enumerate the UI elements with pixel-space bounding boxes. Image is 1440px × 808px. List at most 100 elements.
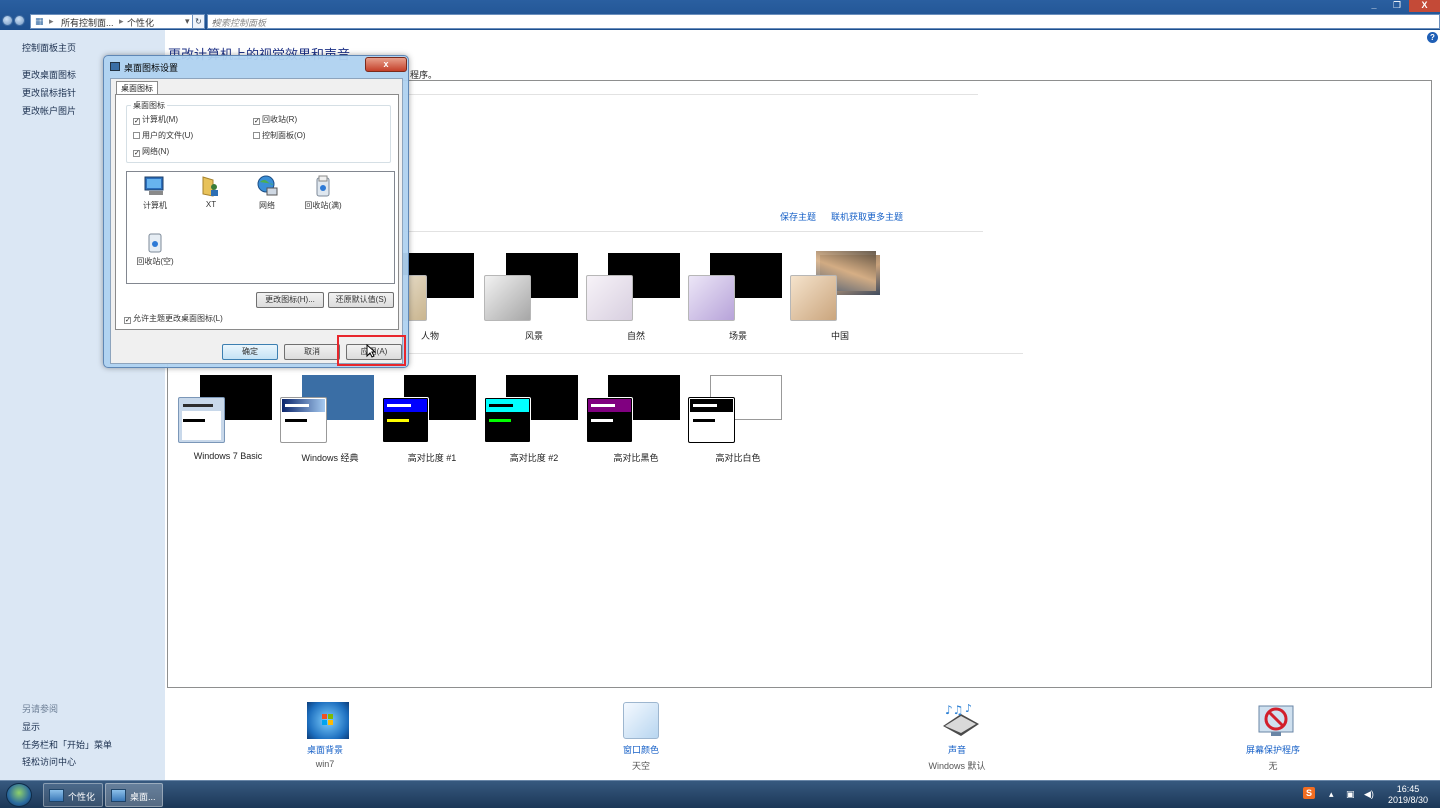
search-icon[interactable]: ⌕ [212,16,1435,27]
sidebar-item-change-mouse-pointer[interactable]: 更改鼠标指针 [22,86,76,99]
desktop-background-icon [307,702,349,739]
sidebar-item-change-account-picture[interactable]: 更改帐户图片 [22,104,76,117]
address-bar: ▦ ▸ 所有控制面... ▸ 个性化 ▾ ↻ 搜索控制面板 ⌕ _ ❐ X [0,0,1440,30]
search-input[interactable]: 搜索控制面板 ⌕ [207,14,1440,29]
checkbox-box: ✓ [124,317,131,324]
sound-item[interactable]: ♪♫ ♪ 声音 Windows 默认 [892,700,1022,772]
theme-item[interactable]: 场景 [688,253,788,343]
maximize-button[interactable]: ❐ [1386,0,1408,12]
theme-item[interactable]: 中国 [790,249,890,341]
list-item-label: 网络 [259,201,275,210]
show-hidden-icon[interactable]: ▴ [1329,789,1334,800]
screensaver-item[interactable]: 屏幕保护程序 无 [1208,700,1338,772]
sidebar-item-change-desktop-icons[interactable]: 更改桌面图标 [22,68,76,81]
save-theme-link[interactable]: 保存主题 [780,210,816,223]
refresh-button[interactable]: ↻ [192,14,205,29]
group-label: 桌面图标 [131,100,167,111]
checkbox-control-panel[interactable]: 控制面板(O) [253,130,306,141]
sidebar-item-display[interactable]: 显示 [22,720,40,733]
theme-preview-text [285,419,307,422]
list-item[interactable]: 回收站(满) [295,174,351,214]
list-item-label: 计算机 [143,201,167,210]
help-icon[interactable]: ? [1427,32,1438,43]
chevron-right-icon: ▸ [119,16,124,26]
desktop-background-item[interactable]: 桌面背景 win7 [260,700,390,772]
theme-preview-text [591,419,613,422]
close-button[interactable]: X [1409,0,1440,12]
ok-button[interactable]: 确定 [222,344,278,360]
back-button[interactable] [2,15,13,26]
dialog-app-icon [110,62,120,71]
checkbox-box [133,132,140,139]
dialog-app-icon [111,789,126,802]
theme-item[interactable]: 高对比白色 [688,375,788,465]
sidebar-item-home[interactable]: 控制面板主页 [22,41,76,54]
list-item[interactable]: 网络 [239,174,295,214]
control-panel-icon: ▦ [35,16,44,26]
list-item[interactable]: 计算机 [127,174,183,214]
get-more-themes-link[interactable]: 联机获取更多主题 [831,210,903,223]
screensaver-value: 无 [1268,761,1278,771]
restore-default-button[interactable]: 还原默认值(S) [328,292,394,308]
dialog-close-button[interactable]: x [365,57,407,72]
window-color-label[interactable]: 窗口颜色 [576,743,706,756]
change-icon-button[interactable]: 更改图标(H)... [256,292,324,308]
list-item[interactable]: XT [183,174,239,214]
list-item[interactable]: 回收站(空) [127,230,183,270]
theme-item[interactable]: 高对比度 #2 [484,375,584,465]
theme-preview-text [489,419,511,422]
recycle-bin-full-icon [311,174,335,198]
breadcrumb-item[interactable]: 个性化 [127,16,154,29]
taskbar-item-personalization[interactable]: 个性化 [43,783,103,807]
chevron-down-icon[interactable]: ▾ [185,16,190,27]
checkbox-box [253,132,260,139]
checkbox-user-files[interactable]: 用户的文件(U) [133,130,193,141]
theme-item[interactable]: 风景 [484,253,584,343]
checkbox-box: ✓ [133,150,140,157]
theme-name: Windows 7 Basic [193,451,263,461]
breadcrumb-item[interactable]: 所有控制面... [61,16,114,29]
forward-button[interactable] [14,15,25,26]
list-item-label: XT [205,200,217,209]
sogou-ime-icon[interactable]: S [1303,787,1315,799]
theme-preview-window [382,397,429,443]
taskbar: 个性化 桌面... S ▴ ▣ ◀) 16:45 2019/8/30 [0,780,1440,808]
start-button[interactable] [6,783,32,807]
tab-desktop-icons[interactable]: 桌面图标 [116,81,158,95]
cancel-button[interactable]: 取消 [284,344,340,360]
desktop-icon-settings-dialog: 桌面图标设置 x 桌面图标 桌面图标 ✓ 计算机(M) ✓ 回收站(R) 用户的文件… [103,55,409,368]
minimize-button[interactable]: _ [1363,0,1385,12]
computer-icon [143,174,167,198]
theme-item[interactable]: 自然 [586,253,686,343]
volume-icon[interactable]: ◀) [1364,789,1374,800]
theme-item[interactable]: 高对比黑色 [586,375,686,465]
network-icon[interactable]: ▣ [1346,789,1355,800]
sound-label[interactable]: 声音 [892,743,1022,756]
taskbar-item-desktop-icons[interactable]: 桌面... [105,783,163,807]
checkbox-network[interactable]: ✓ 网络(N) [133,146,169,157]
theme-preview-text [387,419,409,422]
theme-preview-title-text [591,404,615,407]
desktop-background-label[interactable]: 桌面背景 [260,743,390,756]
theme-name: 高对比白色 [715,453,761,463]
theme-name: 高对比度 #2 [509,453,559,463]
screensaver-label[interactable]: 屏幕保护程序 [1208,743,1338,756]
theme-name: 中国 [830,331,849,341]
theme-item[interactable]: 高对比度 #1 [382,375,482,465]
sidebar-item-ease-of-access[interactable]: 轻松访问中心 [22,755,76,768]
theme-item[interactable]: Windows 7 Basic [178,375,278,465]
theme-preview-titlebar [183,404,213,407]
checkbox-recycle-bin[interactable]: ✓ 回收站(R) [253,114,297,125]
theme-preview-window [484,397,531,443]
theme-preview-title-text [387,404,411,407]
clock[interactable]: 16:45 2019/8/30 [1380,784,1436,806]
theme-item[interactable]: Windows 经典 [280,375,380,465]
checkbox-label: 回收站(R) [262,115,298,124]
window-color-item[interactable]: 窗口颜色 天空 [576,700,706,772]
sidebar-item-taskbar[interactable]: 任务栏和「开始」菜单 [22,738,112,751]
checkbox-computer[interactable]: ✓ 计算机(M) [133,114,178,125]
checkbox-box: ✓ [253,118,260,125]
divider [398,353,1023,354]
checkbox-allow-themes[interactable]: ✓ 允许主题更改桌面图标(L) [124,313,223,324]
breadcrumb[interactable]: ▦ ▸ 所有控制面... ▸ 个性化 ▾ [30,14,200,29]
